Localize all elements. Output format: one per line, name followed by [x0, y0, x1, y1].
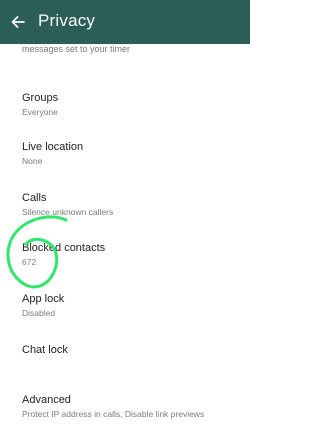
app-header: Privacy: [0, 0, 250, 44]
annotation-circle: [6, 215, 68, 289]
setting-subtitle: Silence unknown callers: [22, 207, 114, 217]
setting-calls[interactable]: Calls Silence unknown callers: [0, 188, 250, 222]
arrow-left-icon[interactable]: [10, 14, 26, 30]
page-title: Privacy: [38, 11, 96, 30]
setting-blocked-contacts[interactable]: Blocked contacts 672: [0, 238, 250, 272]
setting-subtitle: 672: [22, 257, 37, 267]
setting-app-lock[interactable]: App lock Disabled: [0, 289, 250, 323]
setting-title: Live location: [22, 141, 84, 153]
setting-subtitle: Everyone: [22, 107, 58, 117]
setting-live-location[interactable]: Live location None: [0, 137, 250, 171]
setting-title: Groups: [22, 92, 59, 104]
setting-title: Blocked contacts: [22, 242, 106, 254]
setting-title: Advanced: [22, 394, 71, 406]
setting-title: Chat lock: [22, 344, 68, 356]
setting-title: App lock: [22, 293, 65, 305]
setting-title: Calls: [22, 192, 47, 204]
setting-subtitle: None: [22, 156, 43, 166]
setting-groups[interactable]: Groups Everyone: [0, 88, 250, 122]
setting-chat-lock[interactable]: Chat lock: [0, 340, 250, 364]
partial-row-subtitle: messages set to your timer: [22, 44, 131, 54]
setting-advanced[interactable]: Advanced Protect IP address in calls, Di…: [0, 390, 250, 424]
setting-subtitle: Disabled: [22, 308, 56, 318]
setting-subtitle: Protect IP address in calls, Disable lin…: [22, 409, 205, 419]
